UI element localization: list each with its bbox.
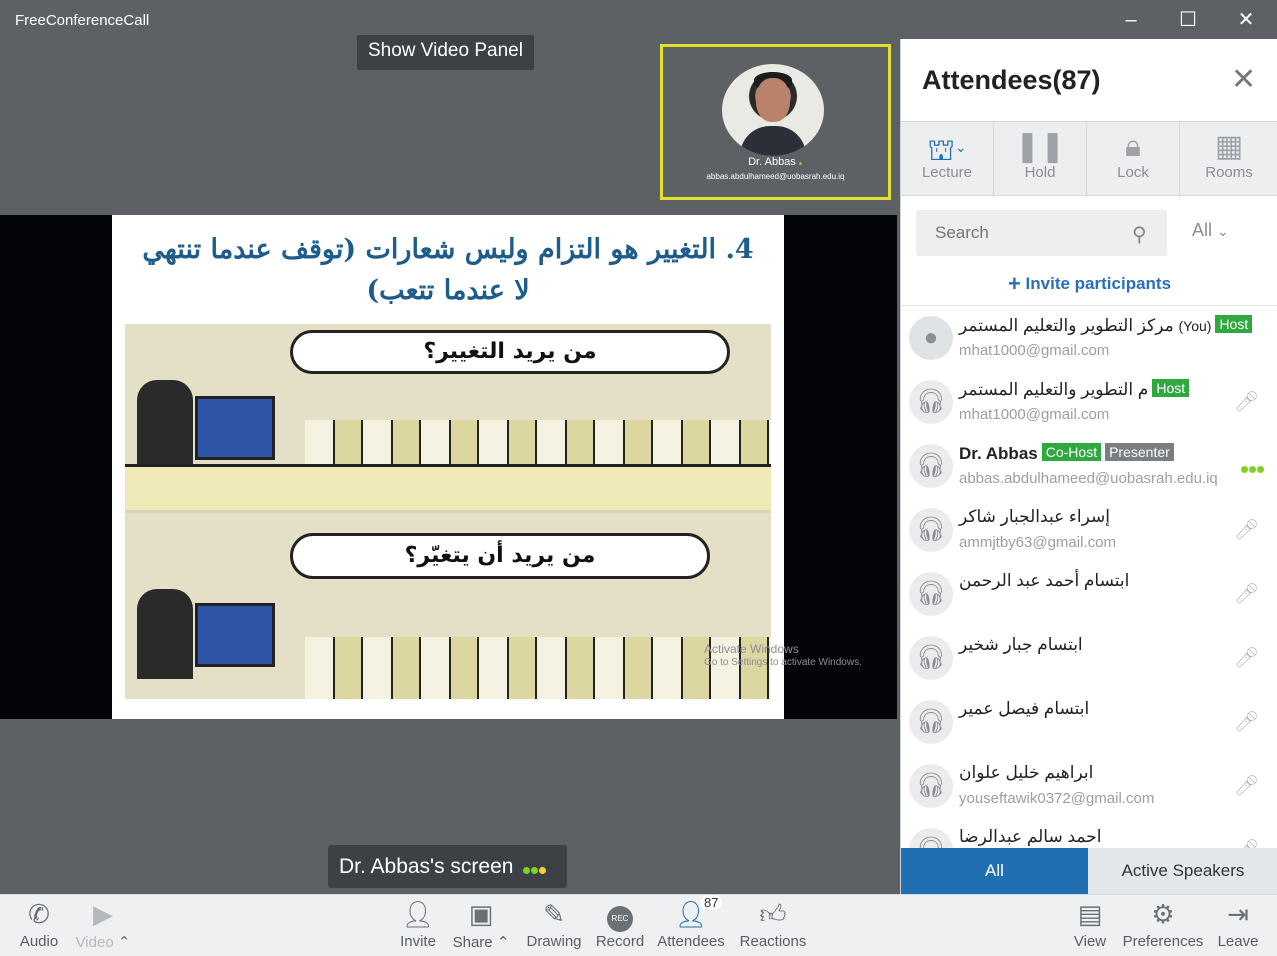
video-tile[interactable]: Dr. Abbas abbas.abdulhameed@uobasrah.edu… [660,44,891,200]
screen-share-label: Dr. Abbas's screen [328,845,567,888]
leave-button[interactable]: ⇥ Leave [1216,899,1260,950]
attendee-tabs: All Active Speakers [901,848,1277,894]
tab-all[interactable]: All [901,848,1088,894]
attendee-filter-dropdown[interactable]: All ⌄ [1192,220,1229,241]
close-panel-icon[interactable]: ✕ [1231,65,1256,95]
list-item[interactable]: 🎧︎ ابتسام جبار شخير 🎤︎ [901,626,1277,690]
thumbs-up-icon: 👍︎ [759,899,787,929]
gear-icon: ⚙ [1151,899,1175,929]
list-item[interactable]: 🎧︎ ابتسام فيصل عمير 🎤︎ [901,690,1277,754]
mic-muted-icon[interactable]: 🎤︎ [1234,517,1259,542]
audio-activity-icon [523,846,547,889]
show-video-panel-button[interactable]: Show Video Panel [357,35,534,70]
chevron-down-icon: ⌄ [1217,223,1229,239]
host-tools: ⛫⌄ Lecture ❚❚ Hold 🔒︎ Lock ▦ Rooms [901,121,1277,197]
record-icon: REC [595,899,645,932]
plus-icon: + [1007,271,1021,296]
list-item[interactable]: 🎧︎ م التطوير والتعليم المستمر Host mhat10… [901,370,1277,434]
mic-muted-icon[interactable]: 🎤︎ [1234,645,1259,670]
meeting-stage: Show Video Panel Dr. Abbas abbas.abdulha… [0,35,900,894]
phone-icon: ✆ [28,899,50,929]
chevron-up-icon[interactable]: ⌃ [118,934,131,951]
view-button[interactable]: ▤ View [1072,899,1108,950]
headset-icon: 🎧︎ [909,764,953,808]
drawing-button[interactable]: ✎ Drawing [525,899,583,950]
search-icon: ⚲ [1132,224,1147,246]
slide-cartoon-image: من يريد التغيير؟ من يريد أن يتغيّر؟ [125,324,771,699]
cartoon-panel-bottom: من يريد أن يتغيّر؟ [125,513,771,699]
invite-button[interactable]: 👤︎ Invite [397,899,439,950]
invite-participants-link[interactable]: + Invite participants [901,271,1277,297]
list-item[interactable]: ● مركز التطوير والتعليم المستمر (You) Hos… [901,306,1277,370]
close-window-button[interactable]: ✕ [1233,7,1259,33]
title-bar: FreeConferenceCall – ☐ ✕ [0,0,1277,39]
rooms-button[interactable]: ▦ Rooms [1180,122,1277,197]
slide-title: 4. التغيير هو التزام وليس شعارات (توقف ع… [142,234,754,306]
list-item[interactable]: 🎧︎ إسراء عبدالجبار شاكر ammjtby63@gmail.… [901,498,1277,562]
lock-icon: 🔒︎ [1125,130,1141,163]
headset-icon: 🎧︎ [909,828,953,849]
tab-active-speakers[interactable]: Active Speakers [1088,848,1277,894]
screen-share-icon: ▣ [468,899,494,929]
lock-button[interactable]: 🔒︎ Lock [1087,122,1180,197]
speech-bubble-top: من يريد التغيير؟ [290,330,730,374]
participant-photo [722,64,824,156]
mic-muted-icon[interactable]: 🎤︎ [1234,709,1259,734]
presentation-slide: 4. التغيير هو التزام وليس شعارات (توقف ع… [112,215,784,719]
chevron-up-icon[interactable]: ⌃ [497,934,510,951]
hold-button[interactable]: ❚❚ Hold [994,122,1087,197]
headset-icon: 🎧︎ [909,636,953,680]
headset-icon: 🎧︎ [909,380,953,424]
presenter-badge: Presenter [1105,443,1174,461]
view-layout-icon: ▤ [1077,899,1103,929]
record-button[interactable]: REC Record [595,899,645,950]
headset-icon: 🎧︎ [909,572,953,616]
windows-activation-watermark: Activate Windows Go to Settings to activ… [704,642,862,668]
share-button[interactable]: ▣ Share ⌃ [448,899,514,951]
podium-icon: ⛫⌄ [927,134,967,167]
minimize-button[interactable]: – [1118,7,1144,33]
mic-muted-icon[interactable]: 🎤︎ [1234,581,1259,606]
exit-icon: ⇥ [1227,899,1249,929]
attendees-panel-title: Attendees(87) [922,65,1101,95]
list-item[interactable]: 🎧︎ احمد سالم عبدالرضا 🎤︎ [901,818,1277,849]
grid-icon: ▦ [1214,130,1244,163]
attendee-list: ● مركز التطوير والتعليم المستمر (You) Hos… [901,305,1277,849]
attendees-panel: Attendees(87) ✕ ⛫⌄ Lecture ❚❚ Hold 🔒︎ Lo… [900,39,1277,894]
speaking-indicator-icon [1241,456,1265,479]
host-badge: Host [1152,379,1190,397]
headset-icon: 🎧︎ [909,444,953,488]
video-button[interactable]: ▶ Video ⌃ [70,899,136,951]
user-avatar-icon: ● [909,316,953,360]
video-camera-icon: ▶ [93,899,113,929]
lecture-mode-button[interactable]: ⛫⌄ Lecture [901,122,994,197]
list-item[interactable]: 🎧︎ Dr. Abbas Co-Host Presenter abbas.abdul… [901,434,1277,498]
list-item[interactable]: 🎧︎ ابتسام أحمد عبد الرحمن 🎤︎ [901,562,1277,626]
reactions-button[interactable]: 👍︎ Reactions [739,899,807,950]
cartoon-panel-top: من يريد التغيير؟ [125,324,771,510]
mic-muted-icon[interactable]: 🎤︎ [1234,773,1259,798]
pause-icon: ❚❚ [1014,130,1066,163]
meeting-toolbar: ✆ Audio ▶ Video ⌃ 👤︎ Invite ▣ Share ⌃ ✎ Drawi… [0,894,1277,956]
speech-bubble-bottom: من يريد أن يتغيّر؟ [290,533,710,579]
preferences-button[interactable]: ⚙ Preferences [1121,899,1205,950]
video-tile-email: abbas.abdulhameed@uobasrah.edu.iq [706,172,845,181]
attendee-search-input[interactable] [916,210,1167,256]
add-user-icon: 👤︎ [401,899,435,929]
video-tile-name: Dr. Abbas [663,156,888,168]
host-badge: Host [1215,315,1253,333]
headset-icon: 🎧︎ [909,508,953,552]
attendees-count-badge: 87 [700,895,723,910]
maximize-button[interactable]: ☐ [1175,7,1201,33]
window-title: FreeConferenceCall [15,12,150,29]
cohost-badge: Co-Host [1041,443,1102,461]
headset-icon: 🎧︎ [909,700,953,744]
audio-button[interactable]: ✆ Audio [18,899,60,950]
list-item[interactable]: 🎧︎ ابراهيم خليل علوان youseftawik0372@gm… [901,754,1277,818]
pencil-icon: ✎ [543,899,565,929]
mic-muted-icon[interactable]: 🎤︎ [1234,389,1259,414]
